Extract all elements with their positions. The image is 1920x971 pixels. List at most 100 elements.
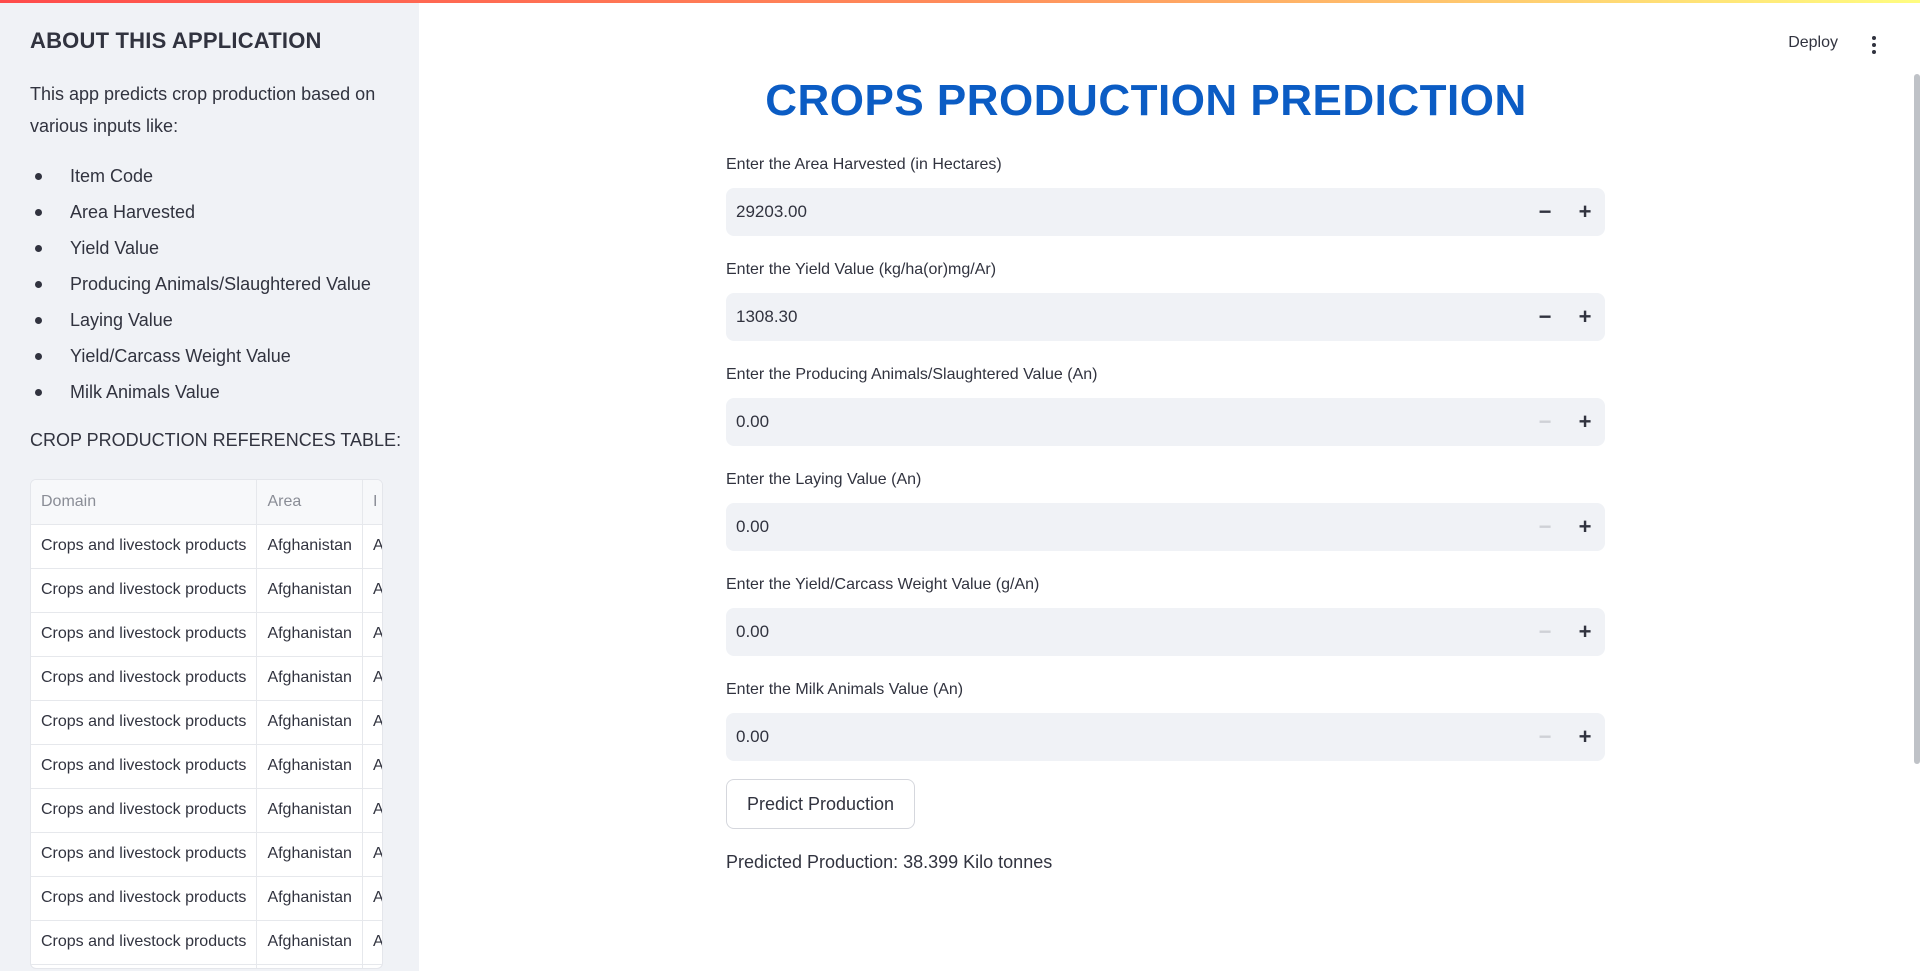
table-cell[interactable]: Crops and livestock products xyxy=(31,700,258,745)
table-row[interactable]: Crops and livestock productsAfghanistanA xyxy=(31,656,382,701)
table-cell[interactable]: Afghanistan xyxy=(256,744,363,789)
stepper: − + xyxy=(1525,188,1605,236)
input-value[interactable]: 0.00 xyxy=(736,713,769,761)
table-row[interactable]: Crops and livestock productsAfghanistanA xyxy=(31,524,382,569)
column-header-domain[interactable]: Domain xyxy=(31,480,258,525)
predict-production-button[interactable]: Predict Production xyxy=(726,779,915,829)
plus-icon[interactable]: + xyxy=(1565,188,1605,236)
producing-animals-field: Enter the Producing Animals/Slaughtered … xyxy=(726,364,1605,446)
table-row[interactable]: Crops and livestock productsAfghanistanA xyxy=(31,920,382,965)
table-row[interactable]: Crops and livestock productsAfghanistanA xyxy=(31,964,382,968)
bullet-icon xyxy=(35,352,42,360)
deploy-button[interactable]: Deploy xyxy=(1788,34,1838,52)
bullet-icon xyxy=(35,208,42,216)
sidebar: ABOUT THIS APPLICATION This app predicts… xyxy=(0,0,419,971)
table-cell[interactable]: Afghanistan xyxy=(256,568,363,613)
table-cell[interactable]: Crops and livestock products xyxy=(31,788,258,833)
table-cell[interactable]: Crops and livestock products xyxy=(31,656,258,701)
list-item-label: Milk Animals Value xyxy=(70,382,220,402)
reference-table[interactable]: Domain Area I Crops and livestock produc… xyxy=(30,479,383,969)
table-cell[interactable]: Afghanistan xyxy=(256,524,363,569)
table-cell[interactable]: Crops and livestock products xyxy=(31,832,258,877)
table-row[interactable]: Crops and livestock productsAfghanistanA xyxy=(31,612,382,657)
input-value[interactable]: 0.00 xyxy=(736,503,769,551)
list-item: Laying Value xyxy=(30,302,371,338)
table-row[interactable]: Crops and livestock productsAfghanistanA xyxy=(31,700,382,745)
minus-icon[interactable]: − xyxy=(1525,188,1565,236)
list-item-label: Laying Value xyxy=(70,310,173,330)
carcass-weight-input[interactable]: 0.00 − + xyxy=(726,608,1605,656)
table-cell[interactable]: Afghanistan xyxy=(256,612,363,657)
table-row[interactable]: Crops and livestock productsAfghanistanA xyxy=(31,832,382,877)
table-row[interactable]: Crops and livestock productsAfghanistanA xyxy=(31,788,382,833)
bullet-icon xyxy=(35,280,42,288)
minus-icon[interactable]: − xyxy=(1525,293,1565,341)
table-cell[interactable]: Crops and livestock products xyxy=(31,568,258,613)
plus-icon[interactable]: + xyxy=(1565,293,1605,341)
table-cell[interactable]: Afghanistan xyxy=(256,788,363,833)
table-cell[interactable]: Afghanistan xyxy=(256,832,363,877)
table-cell[interactable]: Crops and livestock products xyxy=(31,876,258,921)
plus-icon[interactable]: + xyxy=(1565,713,1605,761)
sidebar-title: ABOUT THIS APPLICATION xyxy=(30,28,322,53)
minus-icon[interactable]: − xyxy=(1525,503,1565,551)
milk-animals-input[interactable]: 0.00 − + xyxy=(726,713,1605,761)
minus-icon[interactable]: − xyxy=(1525,608,1565,656)
plus-icon[interactable]: + xyxy=(1565,503,1605,551)
input-value[interactable]: 0.00 xyxy=(736,398,769,446)
table-cell[interactable]: A xyxy=(362,788,382,833)
table-cell[interactable]: Crops and livestock products xyxy=(31,612,258,657)
scrollbar[interactable] xyxy=(1914,74,1920,764)
field-label: Enter the Area Harvested (in Hectares) xyxy=(726,156,1002,173)
table-cell[interactable]: Afghanistan xyxy=(256,920,363,965)
table-cell[interactable]: Afghanistan xyxy=(256,876,363,921)
sidebar-description: This app predicts crop production based … xyxy=(30,84,376,136)
bullet-icon xyxy=(35,244,42,252)
producing-animals-input[interactable]: 0.00 − + xyxy=(726,398,1605,446)
prediction-result: Predicted Production: 38.399 Kilo tonnes xyxy=(726,852,1053,872)
plus-icon[interactable]: + xyxy=(1565,398,1605,446)
list-item: Yield Value xyxy=(30,230,371,266)
table-cell[interactable]: A xyxy=(362,832,382,877)
table-cell[interactable]: Crops and livestock products xyxy=(31,524,258,569)
table-cell[interactable]: Crops and livestock products xyxy=(31,920,258,965)
input-value[interactable]: 1308.30 xyxy=(736,293,797,341)
laying-value-input[interactable]: 0.00 − + xyxy=(726,503,1605,551)
stepper: − + xyxy=(1525,608,1605,656)
table-cell[interactable]: A xyxy=(362,964,382,968)
input-value[interactable]: 29203.00 xyxy=(736,188,807,236)
table-cell[interactable]: A xyxy=(362,612,382,657)
list-item: Item Code xyxy=(30,158,371,194)
table-cell[interactable]: Afghanistan xyxy=(256,656,363,701)
area-harvested-input[interactable]: 29203.00 − + xyxy=(726,188,1605,236)
list-item-label: Yield Value xyxy=(70,238,160,258)
table-cell[interactable]: A xyxy=(362,656,382,701)
table-row[interactable]: Crops and livestock productsAfghanistanA xyxy=(31,876,382,921)
table-cell[interactable]: A xyxy=(362,920,382,965)
yield-value-field: Enter the Yield Value (kg/ha(or)mg/Ar) 1… xyxy=(726,259,1605,341)
table-cell[interactable]: A xyxy=(362,744,382,789)
table-cell[interactable]: A xyxy=(362,700,382,745)
minus-icon[interactable]: − xyxy=(1525,398,1565,446)
column-header-item[interactable]: I xyxy=(362,480,382,525)
table-cell[interactable]: A xyxy=(362,524,382,569)
table-cell[interactable]: Afghanistan xyxy=(256,700,363,745)
table-cell[interactable]: Crops and livestock products xyxy=(31,964,258,968)
plus-icon[interactable]: + xyxy=(1565,608,1605,656)
more-vertical-icon[interactable] xyxy=(1872,36,1878,54)
table-cell[interactable]: Crops and livestock products xyxy=(31,744,258,789)
table-cell[interactable]: A xyxy=(362,876,382,921)
column-header-area[interactable]: Area xyxy=(256,480,363,525)
table-cell[interactable]: A xyxy=(362,568,382,613)
laying-value-field: Enter the Laying Value (An) 0.00 − + xyxy=(726,469,1605,551)
list-item: Area Harvested xyxy=(30,194,371,230)
table-cell[interactable]: Afghanistan xyxy=(256,964,363,968)
field-label: Enter the Yield Value (kg/ha(or)mg/Ar) xyxy=(726,261,997,278)
stepper: − + xyxy=(1525,293,1605,341)
field-label: Enter the Laying Value (An) xyxy=(726,471,922,488)
input-value[interactable]: 0.00 xyxy=(736,608,769,656)
table-row[interactable]: Crops and livestock productsAfghanistanA xyxy=(31,568,382,613)
yield-value-input[interactable]: 1308.30 − + xyxy=(726,293,1605,341)
minus-icon[interactable]: − xyxy=(1525,713,1565,761)
table-row[interactable]: Crops and livestock productsAfghanistanA xyxy=(31,744,382,789)
